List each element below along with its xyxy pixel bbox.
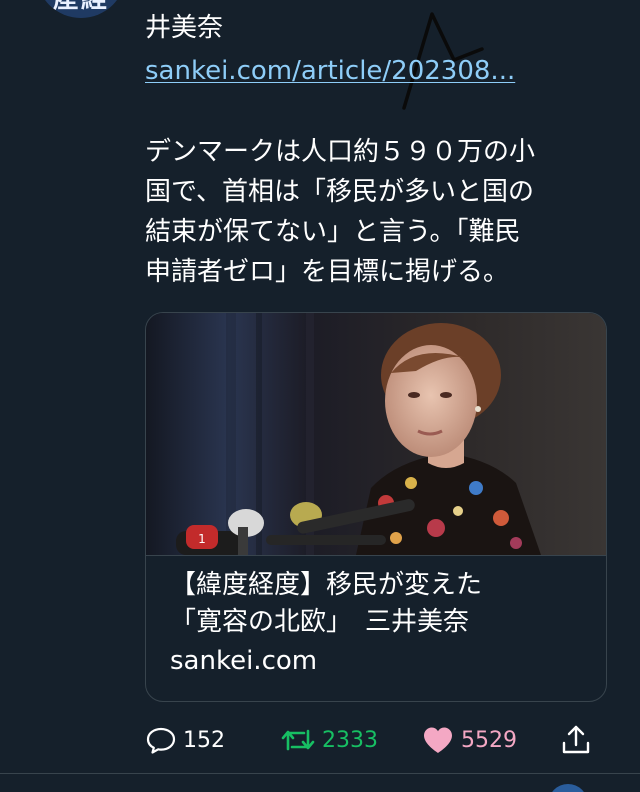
share-button[interactable] <box>559 720 593 760</box>
card-image: 1 <box>146 313 606 556</box>
reply-button[interactable]: 152 <box>145 720 225 760</box>
tweet-text: デンマークは人口約５９０万の小 国で、首相は「移民が多いと国の 結束が保てない」… <box>145 132 605 292</box>
retweet-button[interactable]: 2333 <box>280 720 378 760</box>
retweet-icon <box>281 729 315 751</box>
svg-text:1: 1 <box>198 532 206 546</box>
retweet-count: 2333 <box>322 727 378 753</box>
like-count: 5529 <box>461 727 517 753</box>
speech-bubble-icon <box>146 727 176 754</box>
tweet-text-line: デンマークは人口約５９０万の小 <box>145 137 536 167</box>
card-body: 【緯度経度】移民が変えた 「寛容の北欧」 三井美奈 sankei.com <box>170 567 596 681</box>
share-icon <box>562 725 590 754</box>
tweet-divider <box>0 773 640 774</box>
card-title-line: 「寛容の北欧」 三井美奈 <box>170 607 470 637</box>
article-link[interactable]: sankei.com/article/202308... <box>145 53 515 89</box>
like-button[interactable]: 5529 <box>421 720 517 760</box>
tweet-text-line: 申請者ゼロ」を目標に掲げる。 <box>145 257 510 287</box>
tweet-actions: 152 2333 5529 <box>145 720 605 760</box>
tweet-view: 産経 井美奈 sankei.com/article/202308... デンマー… <box>0 0 640 792</box>
author-name-tail: 井美奈 <box>145 13 224 43</box>
reply-count: 152 <box>183 727 225 753</box>
card-domain: sankei.com <box>170 646 318 676</box>
tweet-text-line: 国で、首相は「移民が多いと国の <box>145 177 534 207</box>
next-tweet-avatar[interactable] <box>548 784 588 792</box>
card-title-line: 【緯度経度】移民が変えた <box>170 570 483 600</box>
link-card[interactable]: 1 【緯度経度】移民が変えた 「寛容の北欧」 三井美奈 sankei.com <box>145 312 607 702</box>
tweet-text-line: 結束が保てない」と言う。「難民 <box>145 217 521 247</box>
heart-icon <box>424 727 452 753</box>
